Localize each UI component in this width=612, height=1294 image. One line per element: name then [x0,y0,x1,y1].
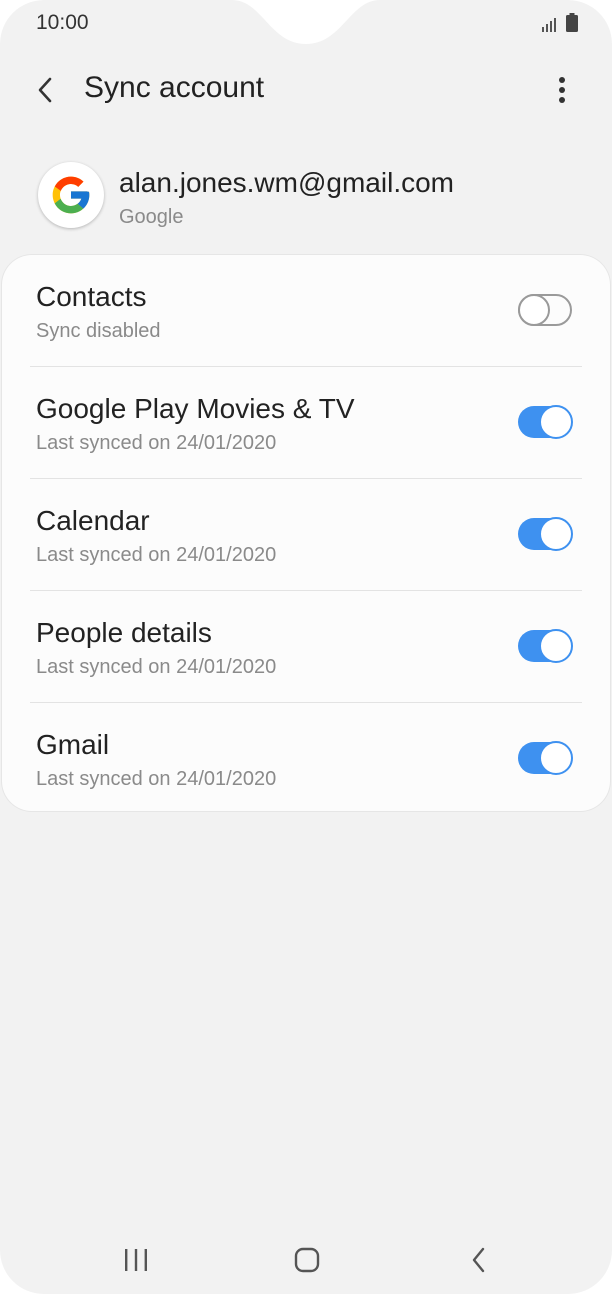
sync-toggle-calendar[interactable] [518,517,573,551]
sync-item-status: Last synced on 24/01/2020 [36,656,277,678]
sync-item-gmail[interactable]: Gmail Last synced on 24/01/2020 [30,703,582,811]
system-nav-bar [0,1226,612,1294]
google-g-icon [38,162,104,228]
toggle-knob [539,405,573,439]
account-header: alan.jones.wm@gmail.com Google [0,160,612,240]
page-title: Sync account [84,71,265,104]
account-type: Google [119,206,184,228]
sync-item-title: Google Play Movies & TV [36,393,355,424]
toggle-knob [539,517,573,551]
app-bar: Sync account [0,60,612,120]
status-bar: 10:00 [0,0,612,48]
account-email: alan.jones.wm@gmail.com [119,167,454,198]
sync-item-status: Sync disabled [36,320,161,342]
chevron-left-icon[interactable] [26,70,66,110]
nav-back-icon[interactable] [454,1238,504,1282]
more-vertical-icon[interactable] [542,70,582,110]
sync-item-status: Last synced on 24/01/2020 [36,432,277,454]
sync-toggle-gmail[interactable] [518,741,573,775]
sync-item-title: Gmail [36,729,110,760]
sync-toggle-people-details[interactable] [518,629,573,663]
sync-toggle-google-play-movies[interactable] [518,405,573,439]
sync-item-contacts[interactable]: Contacts Sync disabled [30,255,582,367]
sync-items-card: Contacts Sync disabled Google Play Movie… [2,255,610,811]
status-time: 10:00 [36,11,89,34]
phone-screen: 10:00 Sync account alan.jones.wm@gmail.c… [0,0,612,1294]
toggle-knob [539,741,573,775]
toggle-knob [518,294,550,326]
home-icon[interactable] [282,1238,332,1282]
recents-icon[interactable] [111,1238,161,1282]
sync-toggle-contacts[interactable] [518,294,572,326]
status-icons [542,12,578,32]
sync-item-status: Last synced on 24/01/2020 [36,768,277,790]
sync-item-google-play-movies[interactable]: Google Play Movies & TV Last synced on 2… [30,367,582,479]
sync-item-people-details[interactable]: People details Last synced on 24/01/2020 [30,591,582,703]
sync-item-status: Last synced on 24/01/2020 [36,544,277,566]
sync-item-title: Contacts [36,281,147,312]
sync-item-title: People details [36,617,212,648]
battery-icon [566,13,578,32]
toggle-knob [539,629,573,663]
sync-item-calendar[interactable]: Calendar Last synced on 24/01/2020 [30,479,582,591]
signal-icon [542,18,556,32]
sync-item-title: Calendar [36,505,150,536]
